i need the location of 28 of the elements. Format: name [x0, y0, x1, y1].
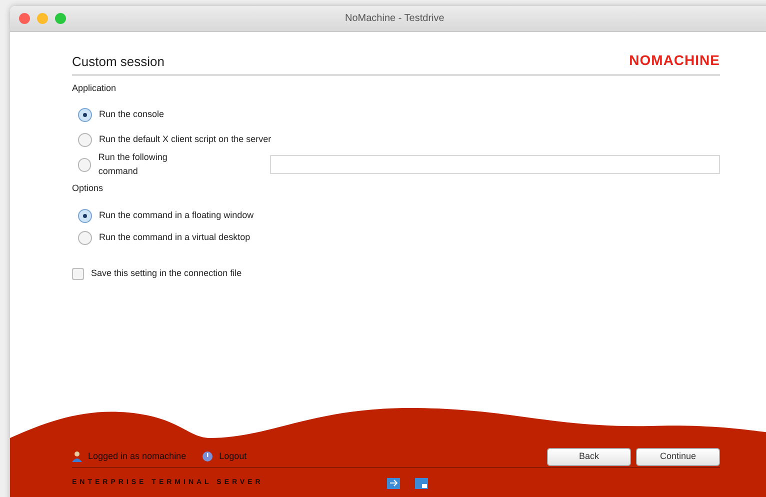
dialog-button[interactable]: Continue	[636, 448, 720, 466]
option-label: Run the following command	[98, 151, 168, 178]
dialog-button[interactable]: Back	[547, 448, 631, 466]
section-label: Application	[72, 82, 118, 95]
maximize-icon[interactable]	[55, 13, 66, 24]
radio-button[interactable]	[78, 231, 92, 245]
radio-button[interactable]	[78, 158, 92, 172]
option-label: Run the command in a virtual desktop	[99, 231, 250, 244]
option-label: Run the command in a floating window	[99, 209, 254, 222]
checkbox[interactable]	[72, 268, 84, 280]
radio-button[interactable]	[78, 108, 92, 122]
command-field[interactable]	[270, 155, 720, 174]
option-label: Run the default X client script on the server	[99, 132, 272, 146]
radio-button[interactable]	[78, 209, 92, 223]
minimize-icon[interactable]	[37, 13, 48, 24]
login-status: Logged in as nomachine	[88, 450, 186, 463]
user-icon	[72, 451, 82, 462]
option-label: Run the console	[99, 108, 164, 121]
logo: NOMACHINE	[629, 51, 720, 70]
window-icon[interactable]	[415, 478, 428, 488]
power-icon	[202, 451, 214, 462]
close-icon[interactable]	[19, 13, 30, 24]
page-title: Custom session	[72, 52, 164, 70]
section-label: Options	[72, 182, 104, 195]
screen-icon[interactable]	[387, 478, 400, 488]
window-title: NoMachine - Testdrive	[345, 12, 444, 26]
radio-button[interactable]	[78, 132, 92, 146]
checkbox-label: Save this setting in the connection file	[91, 267, 242, 280]
